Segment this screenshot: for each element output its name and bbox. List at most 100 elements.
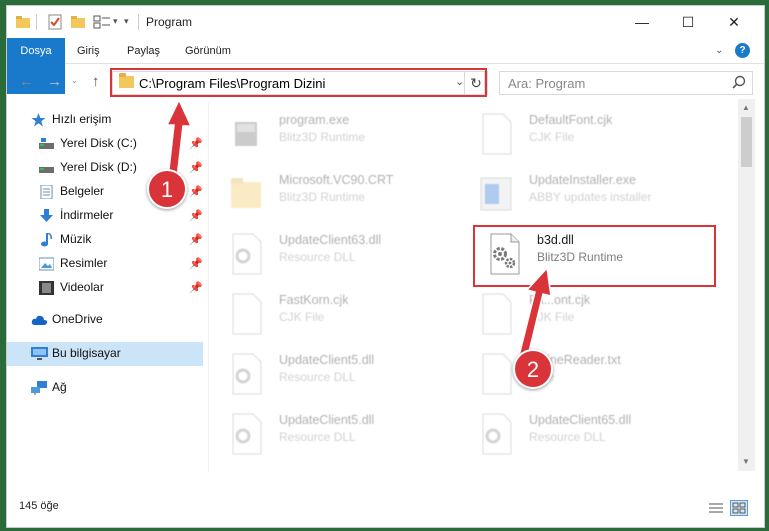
- tab-view[interactable]: Görünüm: [185, 38, 231, 64]
- file-item[interactable]: UpdateClient63.dll Resource DLL: [219, 228, 459, 284]
- network-icon: [31, 381, 47, 395]
- status-bar: 145 öğe: [7, 496, 764, 527]
- cloud-icon: [31, 315, 48, 325]
- file-type: CJK File: [529, 310, 575, 324]
- separator: [138, 14, 139, 30]
- file-type: Resource DLL: [529, 430, 606, 444]
- chevron-down-icon[interactable]: ▾: [113, 16, 118, 27]
- ribbon-tabs: Dosya Giriş Paylaş Görünüm ⌄ ?: [7, 38, 764, 94]
- window-title: Program: [146, 15, 193, 29]
- pin-icon[interactable]: 📌: [189, 137, 203, 150]
- file-item[interactable]: UpdateClient65.dll Resource DLL: [469, 408, 709, 464]
- expand-ribbon-icon[interactable]: ⌄: [715, 45, 723, 56]
- details-view-icon[interactable]: [708, 502, 724, 516]
- file-item[interactable]: ...FineReader.txt ...file: [469, 348, 709, 404]
- step-1-badge: 1: [147, 169, 187, 209]
- file-type: Blitz3D Runtime: [279, 130, 366, 144]
- maximize-button[interactable]: ☐: [665, 6, 711, 38]
- search-icon: [732, 75, 746, 89]
- new-folder-icon[interactable]: [70, 14, 86, 30]
- minimize-button[interactable]: —: [619, 6, 665, 38]
- installer-icon: [480, 177, 512, 211]
- file-item[interactable]: program.exe Blitz3D Runtime: [219, 108, 459, 164]
- pin-icon[interactable]: 📌: [189, 209, 203, 222]
- nav-item-label: Bu bilgisayar: [52, 346, 121, 360]
- nav-item-label: Müzik: [60, 232, 92, 246]
- nav-item-quick-access[interactable]: Hızlı erişim: [7, 108, 203, 132]
- file-item[interactable]: UpdateClient5.dll Resource DLL: [219, 408, 459, 464]
- file-name: DefaultFont.cjk: [529, 113, 613, 127]
- drive-icon: [39, 167, 54, 173]
- file-name: UpdateClient63.dll: [279, 233, 382, 247]
- file-type: ABBY updates installer: [529, 190, 652, 204]
- vertical-scrollbar[interactable]: ▲ ▼: [738, 99, 755, 471]
- file-type: Resource DLL: [279, 430, 356, 444]
- file-name: program.exe: [279, 113, 350, 127]
- back-arrow-icon[interactable]: ←: [19, 73, 34, 90]
- star-icon: [31, 113, 46, 127]
- separator: [36, 14, 37, 30]
- nav-item-network[interactable]: Ağ: [7, 376, 203, 400]
- nav-item-label: Yerel Disk (D:): [60, 160, 137, 174]
- file-item[interactable]: FastKorn.cjk CJK File: [219, 288, 459, 344]
- nav-item-this-pc[interactable]: Bu bilgisayar: [7, 342, 203, 366]
- computer-icon: [31, 347, 48, 360]
- exe-icon: [235, 122, 257, 146]
- nav-item-label: İndirmeler: [60, 208, 114, 222]
- large-icons-view-icon[interactable]: [730, 500, 748, 516]
- nav-item-local-disk-c[interactable]: Yerel Disk (C:) 📌: [7, 132, 203, 156]
- nav-item-music[interactable]: Müzik 📌: [7, 228, 203, 252]
- up-arrow-icon[interactable]: ↑: [92, 73, 100, 90]
- file-icon: [482, 353, 512, 395]
- pin-icon[interactable]: 📌: [189, 281, 203, 294]
- pin-icon[interactable]: 📌: [189, 233, 203, 246]
- navigation-pane: Hızlı erişim Yerel Disk (C:) 📌 Yerel Dis…: [7, 102, 207, 494]
- music-icon: [41, 233, 52, 247]
- file-icon: [232, 293, 262, 335]
- pin-icon[interactable]: 📌: [189, 185, 203, 198]
- file-name: UpdateClient5.dll: [279, 413, 375, 427]
- tab-share[interactable]: Paylaş: [127, 38, 160, 64]
- properties-icon[interactable]: [47, 14, 63, 30]
- file-name: UpdateClient65.dll: [529, 413, 632, 427]
- close-button[interactable]: ✕: [711, 6, 757, 38]
- nav-item-onedrive[interactable]: OneDrive: [7, 308, 203, 332]
- file-item[interactable]: UpdateClient5.dll Resource DLL: [219, 348, 459, 404]
- pin-icon[interactable]: 📌: [189, 257, 203, 270]
- scroll-thumb[interactable]: [741, 117, 752, 167]
- nav-item-label: Resimler: [60, 256, 108, 270]
- scroll-down-icon[interactable]: ▼: [742, 457, 750, 466]
- file-name: Fa...ont.cjk: [529, 293, 591, 307]
- drive-icon: [39, 138, 54, 149]
- customize-toolbar-icon[interactable]: ▾: [124, 16, 129, 27]
- nav-item-label: Belgeler: [60, 184, 105, 198]
- nav-item-label: OneDrive: [52, 312, 103, 326]
- view-options-icon[interactable]: [93, 14, 111, 30]
- nav-item-videos[interactable]: Videolar 📌: [7, 276, 203, 300]
- nav-item-label: Yerel Disk (C:): [60, 136, 137, 150]
- nav-item-label: Ağ: [52, 380, 67, 394]
- file-item[interactable]: UpdateInstaller.exe ABBY updates install…: [469, 168, 709, 224]
- file-name: Microsoft.VC90.CRT: [279, 173, 394, 187]
- address-highlight-box: [110, 68, 487, 97]
- recent-locations-icon[interactable]: ⌄: [71, 76, 78, 85]
- file-name: UpdateInstaller.exe: [529, 173, 637, 187]
- scroll-up-icon[interactable]: ▲: [742, 103, 750, 112]
- dll-icon: [232, 413, 262, 455]
- dll-icon: [482, 413, 512, 455]
- file-item[interactable]: Microsoft.VC90.CRT Blitz3D Runtime: [219, 168, 459, 224]
- pin-icon[interactable]: 📌: [189, 161, 203, 174]
- tab-home[interactable]: Giriş: [77, 38, 100, 64]
- nav-item-pictures[interactable]: Resimler 📌: [7, 252, 203, 276]
- item-count: 145 öğe: [19, 500, 59, 512]
- file-item[interactable]: DefaultFont.cjk CJK File: [469, 108, 709, 164]
- step-2-badge: 2: [513, 349, 553, 389]
- search-input[interactable]: Ara: Program: [499, 71, 753, 95]
- help-icon[interactable]: ?: [735, 43, 750, 58]
- search-placeholder: Ara: Program: [508, 76, 586, 91]
- nav-item-label: Hızlı erişim: [52, 112, 112, 126]
- forward-arrow-icon[interactable]: →: [47, 73, 62, 90]
- file-type: Resource DLL: [279, 250, 356, 264]
- file-item[interactable]: Fa...ont.cjk CJK File: [469, 288, 709, 344]
- explorer-window: ▾ ▾ Program — ☐ ✕ Dosya Giriş Paylaş Gör…: [6, 5, 765, 528]
